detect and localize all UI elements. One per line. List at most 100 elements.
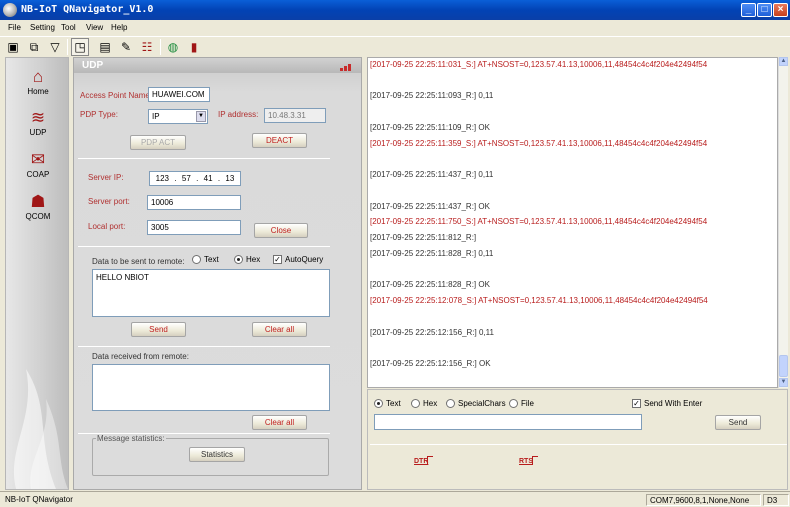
apn-input[interactable]: HUAWEI.COM <box>148 87 210 102</box>
preview-icon[interactable]: ◳ <box>71 38 89 56</box>
autoquery-label: AutoQuery <box>285 255 324 264</box>
save-icon[interactable]: ▣ <box>4 38 22 56</box>
pdp-act-button[interactable]: PDP ACT <box>130 135 186 150</box>
globe-icon[interactable]: ◍ <box>164 38 182 56</box>
chat-icon: ✉ <box>30 150 46 169</box>
recv-data-textarea[interactable] <box>92 364 330 411</box>
send-text-radio[interactable]: Text <box>374 399 401 408</box>
radio-icon <box>411 399 420 408</box>
highlight-icon[interactable]: ✎ <box>117 38 135 56</box>
server-port-input[interactable]: 10006 <box>147 195 241 210</box>
hex-radio[interactable]: Hex <box>234 255 260 264</box>
maximize-button[interactable]: □ <box>757 3 772 17</box>
chevron-down-icon[interactable]: ▼ <box>196 111 206 122</box>
log-panel[interactable]: [2017-09-25 22:25:11:031_S:] AT+NSOST=0,… <box>367 57 778 388</box>
autoquery-checkbox[interactable]: ✓ AutoQuery <box>273 255 323 264</box>
app-icon <box>3 3 17 17</box>
text-radio[interactable]: Text <box>192 255 219 264</box>
log-line: [2017-09-25 22:25:12:156_R:] OK <box>370 359 491 368</box>
log-line: [2017-09-25 22:25:11:437_R:] 0,11 <box>370 170 494 179</box>
log-line: [2017-09-25 22:25:12:078_S:] AT+NSOST=0,… <box>370 296 708 305</box>
server-ip-octet: 13 <box>225 174 235 183</box>
local-port-input[interactable]: 3005 <box>147 220 241 235</box>
server-port-label: Server port: <box>88 197 130 206</box>
send-button[interactable]: Send <box>131 322 186 337</box>
notes-icon[interactable]: ☷ <box>138 38 156 56</box>
status-port: COM7,9600,8,1,None,None <box>646 494 761 506</box>
log-line: [2017-09-25 22:25:11:359_S:] AT+NSOST=0,… <box>370 139 708 148</box>
clear-send-button[interactable]: Clear all <box>252 322 307 337</box>
send-command-button[interactable]: Send <box>715 415 761 430</box>
server-ip-octet: 57 <box>181 174 191 183</box>
server-ip-input[interactable]: 123. 57. 41. 13 <box>149 171 241 186</box>
menu-help[interactable]: Help <box>111 23 127 32</box>
minimize-button[interactable]: _ <box>741 3 756 17</box>
pdp-type-select[interactable]: IP ▼ <box>148 109 208 124</box>
checkmark-icon: ✓ <box>632 399 641 408</box>
log-line: [2017-09-25 22:25:11:828_R:] 0,11 <box>370 249 494 258</box>
nav-coap-label: COAP <box>26 170 50 179</box>
send-specialchars-radio[interactable]: SpecialChars <box>446 399 506 408</box>
send-area: Text Hex SpecialChars File ✓ Send With En… <box>367 389 788 490</box>
inbox-icon: ☗ <box>30 192 46 211</box>
send-hex-label: Hex <box>423 399 438 408</box>
menu-setting[interactable]: Setting <box>30 23 55 32</box>
close-window-button[interactable]: × <box>773 3 788 17</box>
memory-icon[interactable]: ▤ <box>96 38 114 56</box>
udp-panel-header: UDP <box>74 58 361 73</box>
recv-data-label: Data received from remote: <box>92 352 189 361</box>
clear-recv-button[interactable]: Clear all <box>252 415 307 430</box>
nav-udp-label: UDP <box>29 128 47 137</box>
log-scrollbar[interactable]: ▲ ▼ <box>778 57 788 388</box>
nav-udp[interactable]: ≋ UDP <box>6 108 68 137</box>
status-extra: D3 <box>763 494 789 506</box>
send-with-enter-checkbox[interactable]: ✓ Send With Enter <box>632 399 702 408</box>
command-input[interactable] <box>374 414 642 430</box>
send-data-textarea[interactable]: HELLO NBIOT <box>92 269 330 317</box>
log-line: [2017-09-25 22:25:11:031_S:] AT+NSOST=0,… <box>370 60 708 69</box>
nav-home[interactable]: ⌂ Home <box>6 67 68 96</box>
log-line: [2017-09-25 22:25:12:156_R:] 0,11 <box>370 328 494 337</box>
filter-icon[interactable]: ▽ <box>46 38 64 56</box>
server-ip-label: Server IP: <box>88 173 124 182</box>
statistics-button[interactable]: Statistics <box>189 447 245 462</box>
log-line: [2017-09-25 22:25:11:437_R:] OK <box>370 202 490 211</box>
log-line: [2017-09-25 22:25:11:812_R:] <box>370 233 477 242</box>
book-icon[interactable]: ▮ <box>185 38 203 56</box>
menu-file[interactable]: File <box>8 23 21 32</box>
nav-home-label: Home <box>27 87 49 96</box>
radio-icon <box>192 255 201 264</box>
send-hex-radio[interactable]: Hex <box>411 399 437 408</box>
menu-tool[interactable]: Tool <box>61 23 76 32</box>
title-bar[interactable]: NB-IoT QNavigator_V1.0 _ □ × <box>0 0 790 20</box>
text-radio-label: Text <box>204 255 219 264</box>
server-ip-octet: 123 <box>155 174 170 183</box>
checkmark-icon: ✓ <box>273 255 282 264</box>
status-bar: NB-IoT QNavigator COM7,9600,8,1,None,Non… <box>0 491 790 507</box>
pdp-type-value: IP <box>152 112 160 121</box>
rts-signal-icon <box>532 456 538 464</box>
udp-panel: UDP Access Point Name: HUAWEI.COM PDP Ty… <box>73 57 362 490</box>
scroll-down-icon[interactable]: ▼ <box>779 378 788 387</box>
menu-view[interactable]: View <box>86 23 103 32</box>
radio-icon <box>234 255 243 264</box>
wifi-icon: ≋ <box>30 108 46 127</box>
rts-indicator[interactable]: RTS <box>519 458 533 465</box>
nav-qcom[interactable]: ☗ QCOM <box>6 192 68 221</box>
apn-label: Access Point Name: <box>80 91 153 100</box>
local-port-label: Local port: <box>88 222 126 231</box>
pdp-type-label: PDP Type: <box>80 110 118 119</box>
flame-decoration-icon <box>13 369 68 489</box>
scroll-up-icon[interactable]: ▲ <box>779 57 788 66</box>
nav-coap[interactable]: ✉ COAP <box>6 150 68 179</box>
send-file-radio[interactable]: File <box>509 399 534 408</box>
close-button[interactable]: Close <box>254 223 308 238</box>
send-data-label: Data to be sent to remote: <box>92 257 185 266</box>
left-nav: ⌂ Home ≋ UDP ✉ COAP ☗ QCOM <box>5 57 69 490</box>
window-title: NB-IoT QNavigator_V1.0 <box>21 4 154 15</box>
signal-icon <box>340 68 343 71</box>
deact-button[interactable]: DEACT <box>252 133 307 148</box>
send-file-label: File <box>521 399 534 408</box>
scroll-thumb[interactable] <box>779 355 788 377</box>
copy-icon[interactable]: ⧉ <box>25 38 43 56</box>
